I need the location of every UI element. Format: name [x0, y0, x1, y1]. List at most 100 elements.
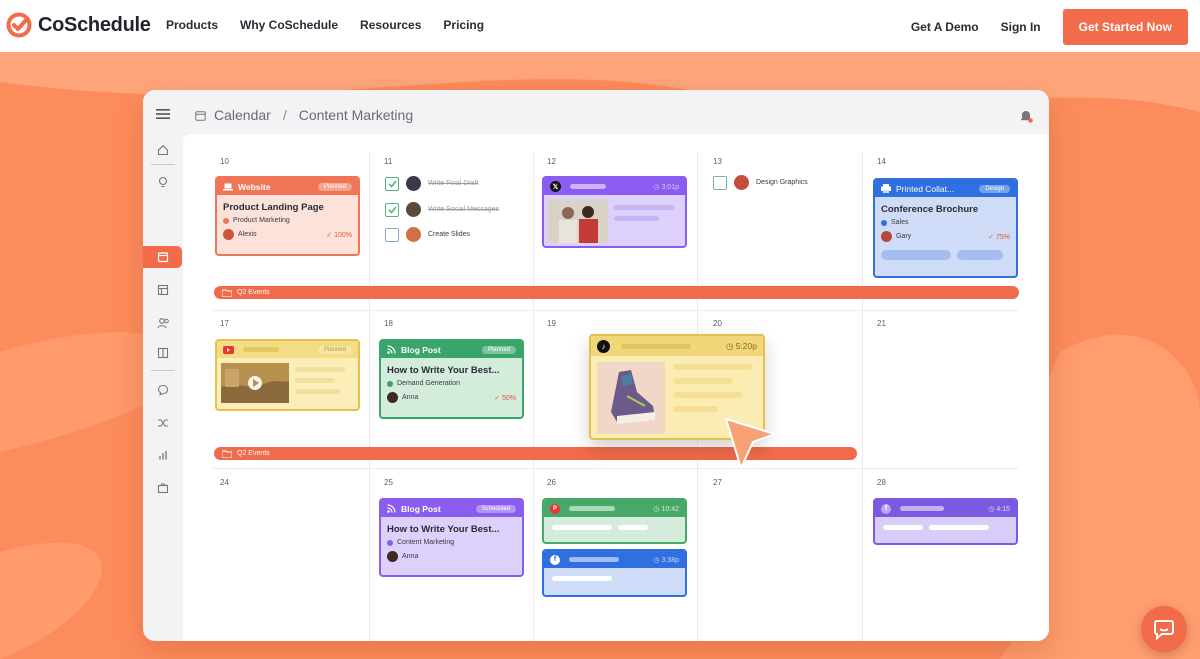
- time-value: 3:38p: [661, 556, 679, 564]
- printer-icon: [881, 184, 891, 193]
- task-item[interactable]: Write Final Draft: [385, 176, 478, 191]
- progress-percent: ✓ 100%: [326, 231, 352, 239]
- day-number: 12: [547, 157, 556, 166]
- shuffle-icon[interactable]: [155, 415, 171, 431]
- logo-text: CoSchedule: [38, 13, 151, 36]
- briefcase-icon[interactable]: [155, 480, 171, 496]
- sign-in-link[interactable]: Sign In: [1001, 20, 1041, 34]
- calendar-icon: [195, 110, 206, 121]
- task-item[interactable]: Design Graphics: [713, 175, 808, 190]
- card-body: Conference Brochure Sales Gary ✓ 75%: [875, 197, 1016, 265]
- placeholder-bar: [621, 343, 691, 349]
- card-title: How to Write Your Best...: [387, 365, 500, 376]
- placeholder-bar: [569, 557, 619, 562]
- placeholder-bar: [614, 216, 659, 221]
- menu-icon[interactable]: [156, 109, 170, 119]
- checkbox-unchecked[interactable]: [385, 227, 399, 242]
- home-icon[interactable]: [155, 142, 171, 158]
- calendar-nav-icon[interactable]: [155, 249, 171, 265]
- breadcrumb: Calendar / Content Marketing: [195, 107, 413, 123]
- tag-label: Demand Generation: [397, 380, 461, 387]
- cursor-pointer-icon: [725, 418, 776, 469]
- card-footer: Gary ✓ 75%: [881, 231, 1010, 242]
- day-number: 17: [220, 319, 229, 328]
- facebook-card[interactable]: f ◷ 4:15: [873, 498, 1018, 545]
- card-body: [544, 517, 685, 538]
- day-number: 13: [713, 157, 722, 166]
- card-header: f ◷ 4:15: [875, 500, 1016, 517]
- card-body: Product Landing Page Product Marketing A…: [217, 195, 358, 245]
- nav-resources[interactable]: Resources: [360, 18, 421, 32]
- card-type: Printed Collat...: [896, 183, 955, 194]
- facebook-card[interactable]: f ◷ 3:38p: [542, 549, 687, 597]
- app-sidebar: [143, 134, 183, 641]
- card-header: Blog Post Planned: [381, 341, 522, 358]
- sidebar-divider: [151, 164, 175, 165]
- card-header: 𝕏 ◷ 3:01p: [544, 178, 685, 195]
- blog-post-card[interactable]: Blog Post Planned How to Write Your Best…: [379, 339, 524, 419]
- blog-post-card[interactable]: Blog Post Scheduled How to Write Your Be…: [379, 498, 524, 577]
- day-number: 18: [384, 319, 393, 328]
- time-value: 5:20p: [735, 340, 757, 351]
- placeholder-bar: [673, 378, 733, 384]
- nav-pricing[interactable]: Pricing: [443, 18, 484, 32]
- task-item[interactable]: Write Social Messages: [385, 202, 499, 217]
- placeholder-bar: [618, 525, 648, 530]
- owner-name: Anna: [402, 394, 419, 401]
- facebook-logo-icon: f: [550, 554, 560, 565]
- pinterest-card[interactable]: P ◷ 10:42: [542, 498, 687, 544]
- placeholder-bar: [614, 205, 674, 210]
- nav-why-coschedule[interactable]: Why CoSchedule: [240, 18, 338, 32]
- placeholder-bar: [673, 364, 753, 370]
- progress-value: 75%: [995, 233, 1010, 241]
- chat-icon: [1154, 620, 1174, 640]
- youtube-card[interactable]: Planned: [215, 339, 360, 411]
- chat-widget-button[interactable]: [1141, 606, 1187, 652]
- chat-bubble-icon[interactable]: [155, 382, 171, 398]
- grid-row-line: [213, 468, 1018, 469]
- lightbulb-icon[interactable]: [155, 174, 171, 190]
- schedule-time: ◷ 5:20p: [725, 340, 757, 351]
- printed-collateral-card[interactable]: Printed Collat... Design Conference Broc…: [873, 178, 1018, 278]
- card-tag: Content Marketing: [387, 539, 516, 546]
- nav-products[interactable]: Products: [166, 18, 218, 32]
- event-bar[interactable]: Q2 Events: [214, 286, 1019, 299]
- avatar: [734, 175, 749, 190]
- card-body: How to Write Your Best... Content Market…: [381, 517, 522, 567]
- schedule-time: ◷ 3:38p: [653, 556, 679, 564]
- card-body: [544, 568, 685, 589]
- checkbox-checked[interactable]: [385, 176, 399, 191]
- breadcrumb-calendar[interactable]: Calendar: [214, 107, 271, 123]
- grid-column-line: [862, 152, 863, 641]
- team-icon[interactable]: [155, 315, 171, 331]
- get-started-button[interactable]: Get Started Now: [1062, 9, 1188, 45]
- task-label: Write Final Draft: [428, 180, 479, 187]
- notification-bell-icon[interactable]: [1019, 109, 1033, 123]
- progress-percent: ✓ 50%: [494, 394, 516, 402]
- placeholder-pill: [957, 250, 1003, 260]
- schedule-time: ◷ 4:15: [988, 505, 1010, 513]
- time-value: 3:01p: [661, 183, 679, 191]
- x-post-card[interactable]: 𝕏 ◷ 3:01p: [542, 176, 687, 248]
- board-icon[interactable]: [155, 282, 171, 298]
- website-card[interactable]: Website Planned Product Landing Page Pro…: [215, 176, 360, 256]
- progress-value: 100%: [334, 231, 352, 239]
- card-tag: Sales: [881, 219, 1010, 226]
- analytics-icon[interactable]: [155, 447, 171, 463]
- grid-column-line: [533, 152, 534, 641]
- post-placeholder: [614, 199, 681, 243]
- placeholder-bar: [243, 347, 279, 352]
- coschedule-logo[interactable]: CoSchedule: [6, 12, 151, 38]
- checkbox-checked[interactable]: [385, 202, 399, 217]
- tag-label: Content Marketing: [397, 539, 455, 546]
- checkbox-unchecked[interactable]: [713, 175, 727, 190]
- day-number: 20: [713, 319, 722, 328]
- task-item[interactable]: Create Slides: [385, 227, 470, 242]
- post-placeholder: [883, 525, 1008, 530]
- shoe-product-photo: [597, 362, 665, 434]
- get-demo-link[interactable]: Get A Demo: [911, 20, 979, 34]
- book-icon[interactable]: [155, 345, 171, 361]
- breadcrumb-content-marketing: Content Marketing: [298, 107, 414, 123]
- video-thumbnail: [221, 363, 289, 403]
- owner-name: Anna: [402, 553, 419, 560]
